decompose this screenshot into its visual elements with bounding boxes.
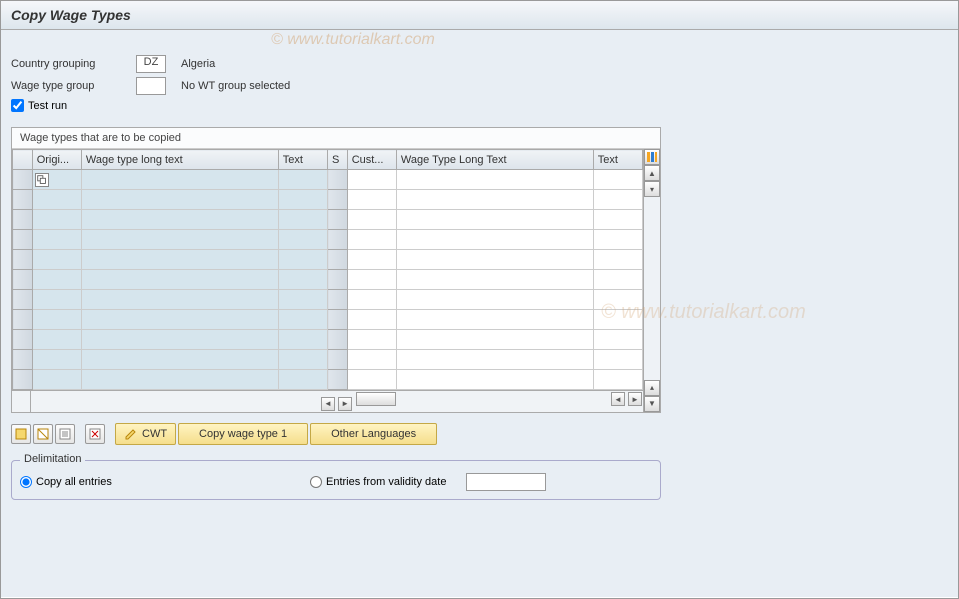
col-origi[interactable]: Origi... [32, 150, 81, 170]
scroll-track[interactable] [644, 197, 660, 380]
window-header: Copy Wage Types [1, 1, 958, 30]
col-wtlongtext-left[interactable]: Wage type long text [81, 150, 278, 170]
table-body [13, 170, 643, 390]
table-row[interactable] [13, 170, 643, 190]
edit-icon [124, 427, 138, 441]
col-text-left[interactable]: Text [278, 150, 327, 170]
scroll-up-step-button[interactable]: ▾ [644, 181, 660, 197]
content-area: Country grouping DZ Algeria Wage type gr… [1, 30, 958, 597]
selection-form: Country grouping DZ Algeria Wage type gr… [11, 55, 948, 112]
table-row[interactable] [13, 210, 643, 230]
wage-types-table-container: Wage types that are to be copied Origi..… [11, 127, 661, 413]
validity-date-field[interactable] [466, 473, 546, 491]
hscroll-left-button[interactable]: ◄ [321, 397, 335, 411]
wage-type-group-label: Wage type group [11, 80, 136, 92]
test-run-checkbox[interactable] [11, 99, 24, 112]
hscroll-left-button-2[interactable]: ◄ [611, 392, 625, 406]
table-row[interactable] [13, 250, 643, 270]
table-row[interactable] [13, 230, 643, 250]
deselect-all-icon[interactable] [33, 424, 53, 444]
test-run-label: Test run [28, 100, 67, 112]
cell[interactable] [396, 170, 593, 190]
cell-origi[interactable] [32, 170, 81, 190]
other-languages-label: Other Languages [331, 428, 416, 440]
cell[interactable] [347, 170, 396, 190]
wage-types-table: Origi... Wage type long text Text S Cust… [12, 149, 643, 390]
table-config-icon[interactable] [644, 149, 660, 165]
list-icon[interactable] [55, 424, 75, 444]
table-row[interactable] [13, 290, 643, 310]
copy-all-entries-label: Copy all entries [36, 476, 112, 488]
delimitation-group: Delimitation Copy all entries Entries fr… [11, 460, 661, 500]
wage-type-group-field[interactable] [136, 77, 166, 95]
delimitation-title: Delimitation [20, 453, 85, 465]
col-cust[interactable]: Cust... [347, 150, 396, 170]
col-s[interactable]: S [328, 150, 348, 170]
table-row[interactable] [13, 370, 643, 390]
table-row[interactable] [13, 330, 643, 350]
cwt-button[interactable]: CWT [115, 423, 176, 445]
other-languages-button[interactable]: Other Languages [310, 423, 437, 445]
value-help-icon[interactable] [35, 173, 49, 187]
col-text-right[interactable]: Text [593, 150, 642, 170]
vertical-scrollbar: ▲ ▾ ▴ ▼ [643, 149, 660, 412]
country-grouping-label: Country grouping [11, 58, 136, 70]
row-selector-header[interactable] [13, 150, 33, 170]
table-row[interactable] [13, 270, 643, 290]
wage-type-group-desc: No WT group selected [181, 80, 290, 92]
hscroll-right-button-2[interactable]: ► [628, 392, 642, 406]
cwt-button-label: CWT [142, 428, 167, 440]
copy-wage-type-1-button[interactable]: Copy wage type 1 [178, 423, 308, 445]
country-grouping-desc: Algeria [181, 58, 215, 70]
hscroll-right-button[interactable]: ► [338, 397, 352, 411]
select-all-icon[interactable] [11, 424, 31, 444]
cell[interactable] [81, 170, 278, 190]
table-row[interactable] [13, 310, 643, 330]
row-selector[interactable] [13, 170, 33, 190]
hscroll-thumb[interactable] [356, 392, 396, 406]
table-title: Wage types that are to be copied [12, 128, 660, 149]
entries-from-date-radio[interactable] [310, 476, 322, 488]
horizontal-scrollbar-row: ◄ ► ◄ ► [12, 390, 643, 412]
country-grouping-field[interactable]: DZ [136, 55, 166, 73]
table-row[interactable] [13, 190, 643, 210]
copy-wage-type-1-label: Copy wage type 1 [199, 428, 287, 440]
scroll-down-button[interactable]: ▼ [644, 396, 660, 412]
page-title: Copy Wage Types [11, 7, 948, 23]
copy-all-entries-radio[interactable] [20, 476, 32, 488]
cell-s[interactable] [328, 170, 348, 190]
table-row[interactable] [13, 350, 643, 370]
scroll-up-button[interactable]: ▲ [644, 165, 660, 181]
delete-icon[interactable] [85, 424, 105, 444]
scroll-down-step-button[interactable]: ▴ [644, 380, 660, 396]
cell[interactable] [278, 170, 327, 190]
col-wtlongtext-right[interactable]: Wage Type Long Text [396, 150, 593, 170]
toolbar: CWT Copy wage type 1 Other Languages [11, 423, 948, 445]
cell[interactable] [593, 170, 642, 190]
entries-from-date-label: Entries from validity date [326, 476, 446, 488]
